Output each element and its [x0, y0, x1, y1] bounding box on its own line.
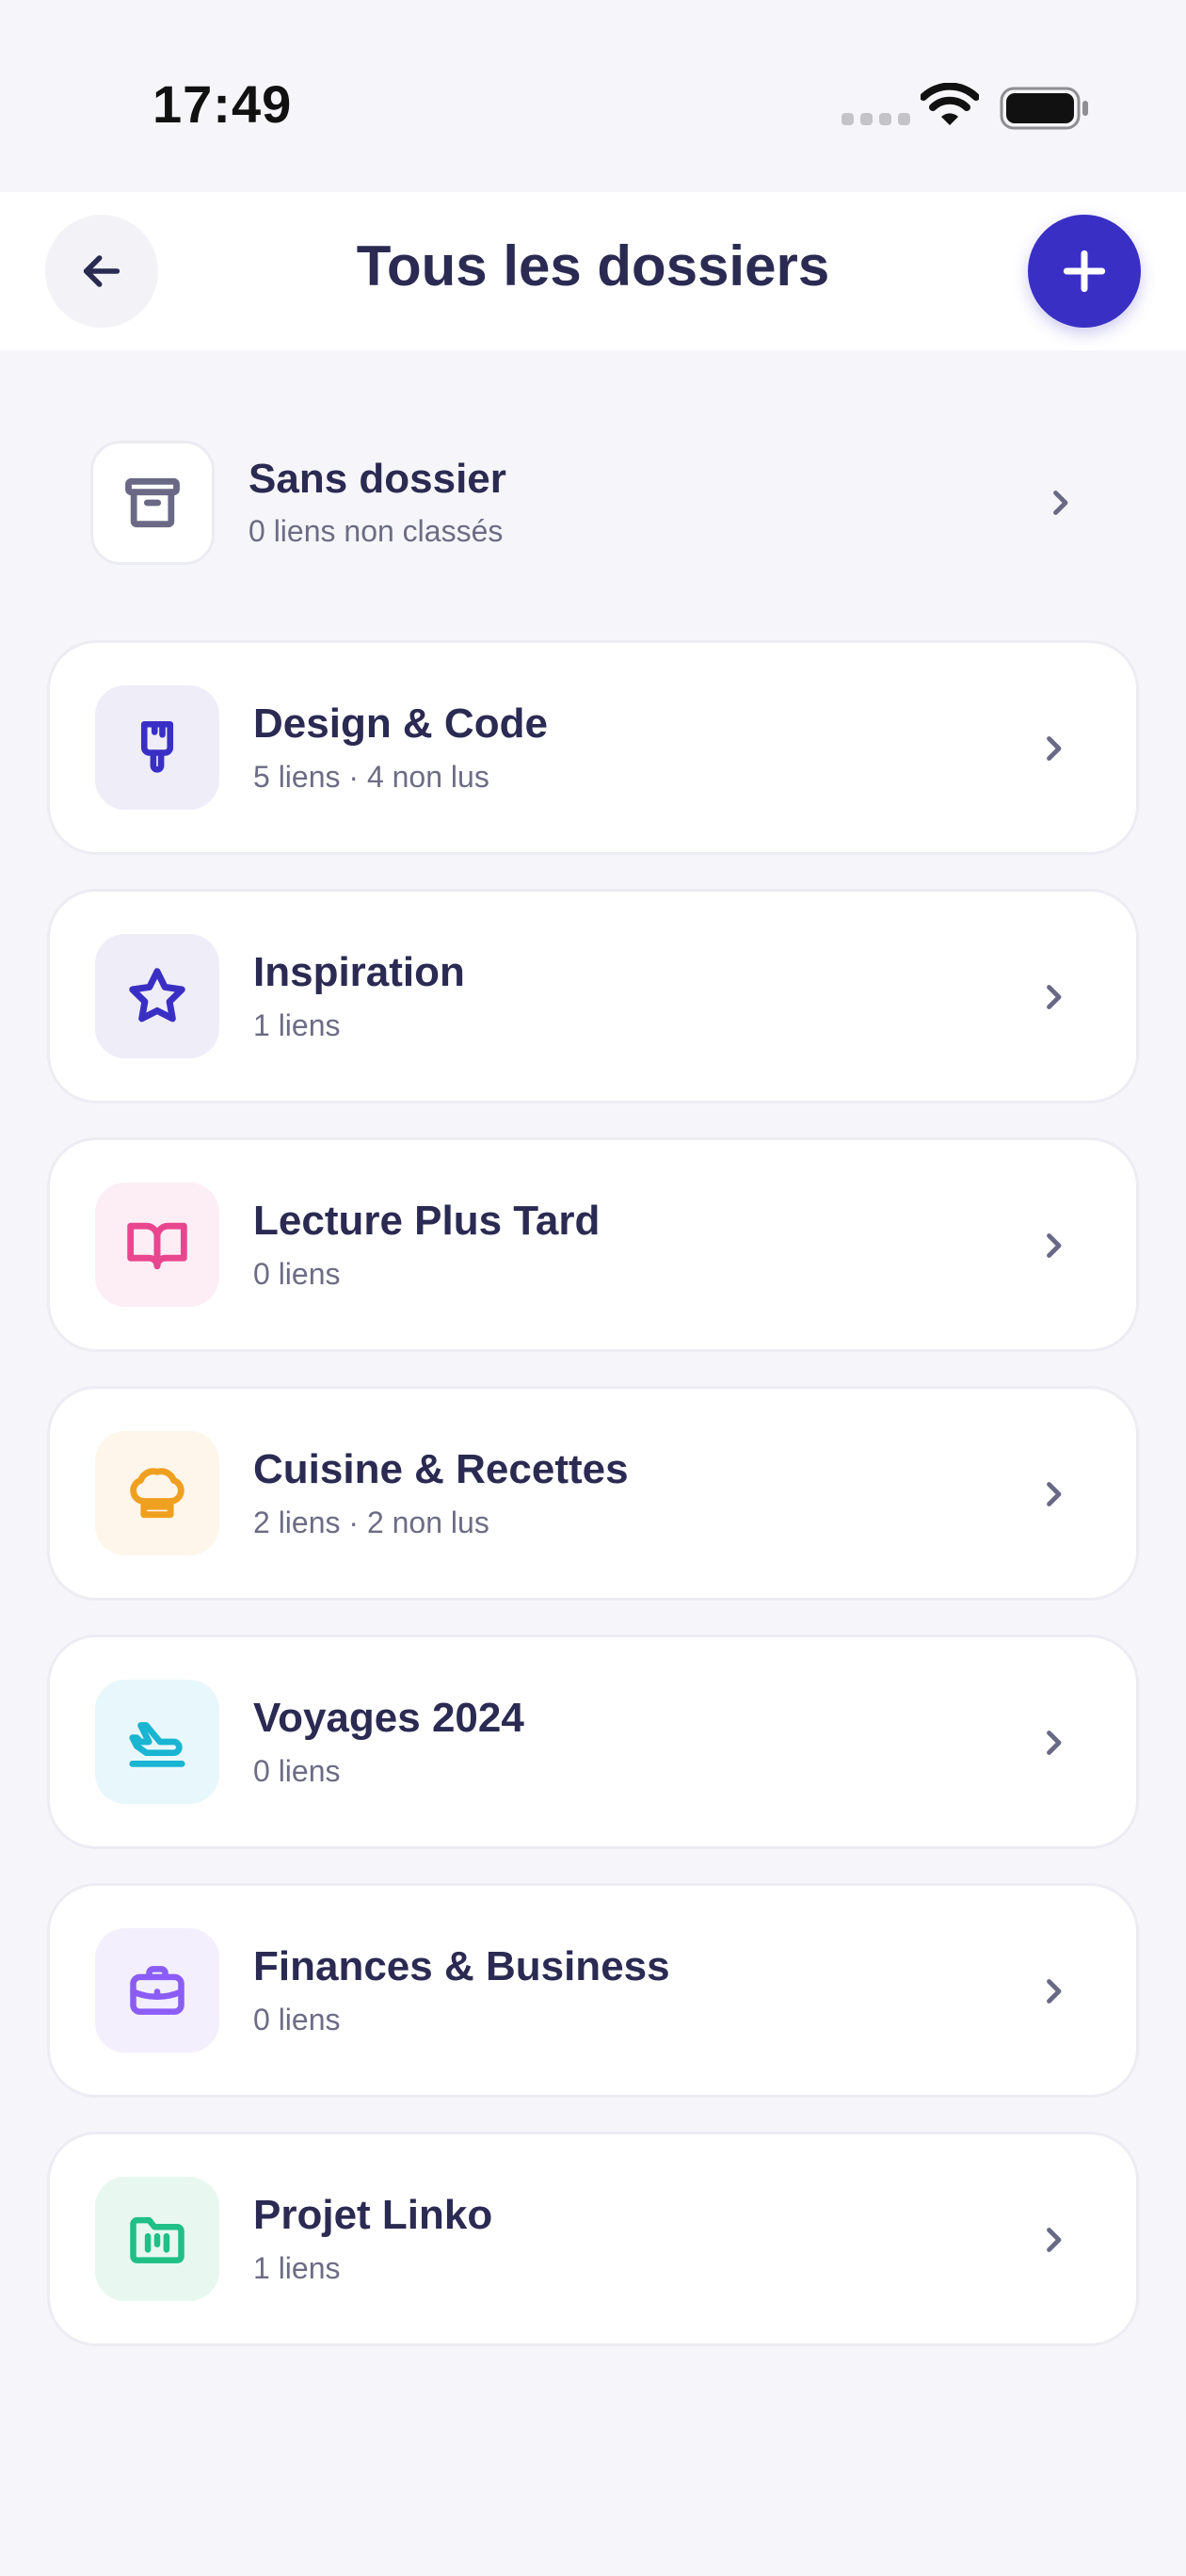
top-navigation-bar: Tous les dossiers	[0, 192, 1186, 350]
folder-name: Projet Linko	[253, 2192, 493, 2238]
folder-name: Lecture Plus Tard	[253, 1198, 601, 1244]
chevron-right-icon	[1053, 491, 1068, 515]
add-folder-button[interactable]	[1028, 215, 1141, 328]
chevron-right-icon	[1047, 1979, 1062, 2004]
chevron-right-icon	[1047, 1731, 1062, 1755]
chevron-right-icon	[1047, 1482, 1062, 1506]
briefcase-icon	[130, 1966, 184, 2015]
archive-icon	[125, 477, 180, 528]
folder-icon-box	[95, 2177, 219, 2301]
folder-kanban-icon	[130, 2216, 184, 2263]
folder-icon-box	[95, 685, 219, 810]
folder-card-design-code[interactable]: Design & Code 5 liens · 4 non lus	[47, 640, 1139, 855]
unsorted-icon-box	[90, 441, 215, 565]
chevron-right-icon	[1047, 2228, 1062, 2252]
plane-icon	[129, 1722, 185, 1767]
folder-name: Inspiration	[253, 949, 465, 995]
folder-meta: 5 liens · 4 non lus	[253, 760, 489, 794]
folder-card-lecture-plus-tard[interactable]: Lecture Plus Tard 0 liens	[47, 1137, 1139, 1352]
unsorted-title: Sans dossier	[248, 456, 506, 502]
folder-name: Finances & Business	[253, 1943, 670, 1989]
chevron-right-icon	[1047, 985, 1062, 1009]
folder-icon-box	[95, 934, 219, 1058]
folder-card-finances-business[interactable]: Finances & Business 0 liens	[47, 1883, 1139, 2098]
folder-icon-box	[95, 1928, 219, 2053]
unsorted-subtitle: 0 liens non classés	[248, 514, 504, 548]
folder-card-voyages-2024[interactable]: Voyages 2024 0 liens	[47, 1634, 1139, 1849]
wifi-icon	[921, 83, 979, 125]
cellular-signal-icon	[841, 113, 910, 125]
folder-meta: 1 liens	[253, 2251, 341, 2285]
folder-icon-box	[95, 1431, 219, 1555]
chevron-right-icon	[1047, 1233, 1062, 1258]
folder-icon-box	[95, 1680, 219, 1804]
folder-card-inspiration[interactable]: Inspiration 1 liens	[47, 889, 1139, 1103]
folder-icon-box	[95, 1183, 219, 1307]
chef-hat-icon	[130, 1468, 184, 1519]
folder-meta: 0 liens	[253, 1257, 341, 1291]
status-time: 17:49	[152, 74, 293, 134]
folder-meta: 2 liens · 2 non lus	[253, 1505, 489, 1539]
folder-name: Voyages 2024	[253, 1695, 524, 1741]
folder-card-cuisine-recettes[interactable]: Cuisine & Recettes 2 liens · 2 non lus	[47, 1386, 1139, 1601]
chevron-right-icon	[1047, 736, 1062, 761]
status-bar: 17:49	[0, 0, 1186, 192]
page-title: Tous les dossiers	[356, 234, 830, 298]
folder-meta: 0 liens	[253, 1754, 341, 1788]
folder-meta: 1 liens	[253, 1008, 341, 1042]
folder-card-projet-linko[interactable]: Projet Linko 1 liens	[47, 2132, 1139, 2346]
folder-name: Design & Code	[253, 700, 548, 747]
battery-icon	[1000, 87, 1088, 130]
book-open-icon	[127, 1222, 187, 1270]
star-icon	[129, 968, 185, 1022]
unsorted-links-row[interactable]: Sans dossier 0 liens non classés	[45, 418, 1141, 588]
plus-icon	[1063, 250, 1106, 293]
folder-name: Cuisine & Recettes	[253, 1446, 629, 1492]
paintbrush-icon	[140, 720, 174, 773]
folder-meta: 0 liens	[253, 2003, 341, 2037]
